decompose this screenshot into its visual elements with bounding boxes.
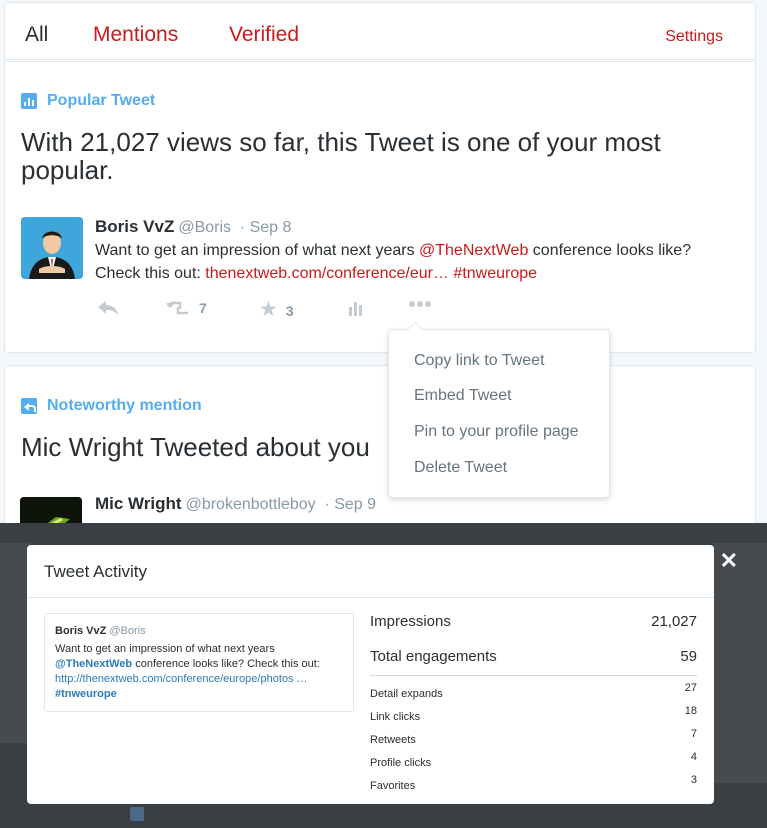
stat-retweets: Retweets 7 xyxy=(370,728,697,746)
favorite-button[interactable]: ★ 3 xyxy=(259,297,294,322)
reply-button[interactable] xyxy=(97,300,119,316)
popular-tweet-card: Popular Tweet With 21,027 views so far, … xyxy=(4,61,756,353)
notification-tabs: All Mentions Verified Settings xyxy=(4,2,756,60)
embed-url-link[interactable]: http://thenextweb.com/conference/europe/… xyxy=(55,673,308,685)
embed-text-part: conference looks like? Check this out: xyxy=(132,658,320,670)
favorite-count: 3 xyxy=(285,302,294,319)
tab-mentions[interactable]: Mentions xyxy=(93,23,178,47)
analytics-icon xyxy=(349,302,362,316)
embed-mention-link[interactable]: @TheNextWeb xyxy=(55,658,132,670)
stat-favorites: Favorites 3 xyxy=(370,774,697,792)
stat-label: Detail expands xyxy=(370,688,443,700)
hashtag-link[interactable]: #tnweurope xyxy=(453,265,537,282)
card-kind: Popular Tweet xyxy=(21,92,155,110)
bar-chart-icon xyxy=(21,93,37,109)
retweet-count: 7 xyxy=(199,300,207,316)
menu-item-pin[interactable]: Pin to your profile page xyxy=(414,423,579,441)
embed-author-name: Boris VvZ xyxy=(55,625,107,637)
embedded-tweet[interactable]: Boris VvZ @Boris Want to get an impressio… xyxy=(44,613,354,712)
url-link[interactable]: thenextweb.com/conference/eur… xyxy=(205,265,449,282)
tweet-author[interactable]: Mic Wright @brokenbottleboy · Sep 9 xyxy=(95,494,376,514)
settings-link[interactable]: Settings xyxy=(665,28,723,46)
embed-text-part: Want to get an impression of what next y… xyxy=(55,643,275,655)
stat-label: Total engagements xyxy=(370,648,497,665)
tweet-more-menu: Copy link to Tweet Embed Tweet Pin to yo… xyxy=(388,322,610,498)
card-kind: Noteworthy mention xyxy=(21,397,202,415)
tweet-author[interactable]: Boris VvZ @Boris · Sep 8 xyxy=(95,217,291,237)
stat-label: Favorites xyxy=(370,780,416,792)
stat-label: Impressions xyxy=(370,613,451,630)
stat-profile-clicks: Profile clicks 4 xyxy=(370,751,697,769)
stat-label: Link clicks xyxy=(370,711,421,723)
stat-value: 3 xyxy=(690,774,697,786)
stat-value: 27 xyxy=(684,682,697,694)
retweet-icon xyxy=(167,301,188,315)
embed-text: Want to get an impression of what next y… xyxy=(55,642,347,702)
more-button[interactable] xyxy=(408,300,432,308)
tweet-text-part: Want to get an impression of what next y… xyxy=(95,242,420,259)
reply-icon xyxy=(21,398,37,414)
card-headline: Mic Wright Tweeted about you xyxy=(21,432,370,462)
stat-total-engagements: Total engagements 59 xyxy=(370,648,697,665)
modal-title: Tweet Activity xyxy=(44,562,147,581)
stat-value: 4 xyxy=(690,751,697,763)
tweet-date[interactable]: · Sep 9 xyxy=(324,496,376,513)
reply-icon xyxy=(98,301,118,315)
card-kind-label: Popular Tweet xyxy=(47,92,156,109)
embed-hashtag-link[interactable]: #tnweurope xyxy=(55,688,117,700)
menu-item-copy-link[interactable]: Copy link to Tweet xyxy=(414,352,544,370)
menu-item-delete[interactable]: Delete Tweet xyxy=(414,459,507,477)
tweet-text: Want to get an impression of what next y… xyxy=(95,239,735,285)
card-kind-label: Noteworthy mention xyxy=(47,397,202,414)
author-handle[interactable]: @Boris xyxy=(178,219,231,236)
stat-label: Retweets xyxy=(370,734,416,746)
divider xyxy=(27,597,714,598)
stat-link-clicks: Link clicks 18 xyxy=(370,705,697,723)
stat-label: Profile clicks xyxy=(370,757,432,769)
stat-detail-expands: Detail expands 27 xyxy=(370,682,697,700)
stat-value: 21,027 xyxy=(651,613,697,630)
stat-value: 59 xyxy=(680,648,697,665)
stat-impressions: Impressions 21,027 xyxy=(370,613,697,630)
star-icon: ★ xyxy=(259,298,278,321)
tweet-activity-modal: Tweet Activity Boris VvZ @Boris Want to g… xyxy=(27,545,714,804)
mention-link[interactable]: @TheNextWeb xyxy=(419,242,528,259)
author-name[interactable]: Mic Wright xyxy=(95,494,182,513)
author-name[interactable]: Boris VvZ xyxy=(95,217,174,236)
avatar[interactable] xyxy=(21,217,83,279)
stat-value: 7 xyxy=(690,728,697,740)
embed-author: Boris VvZ @Boris xyxy=(55,625,146,637)
tab-verified[interactable]: Verified xyxy=(229,23,299,47)
embed-author-handle: @Boris xyxy=(109,625,146,637)
more-icon xyxy=(409,301,431,307)
menu-item-embed[interactable]: Embed Tweet xyxy=(414,387,512,405)
noteworthy-mention-card: Noteworthy mention Mic Wright Tweeted ab… xyxy=(4,365,756,545)
author-handle[interactable]: @brokenbottleboy xyxy=(186,496,316,513)
card-headline: With 21,027 views so far, this Tweet is … xyxy=(21,127,661,185)
analytics-button[interactable] xyxy=(347,300,363,316)
retweet-button[interactable]: 7 xyxy=(167,300,207,316)
divider xyxy=(370,675,697,676)
tweet-date[interactable]: · Sep 8 xyxy=(240,219,292,236)
close-icon[interactable]: ✕ xyxy=(720,548,738,574)
tab-all[interactable]: All xyxy=(25,23,48,47)
stat-value: 18 xyxy=(684,705,697,717)
